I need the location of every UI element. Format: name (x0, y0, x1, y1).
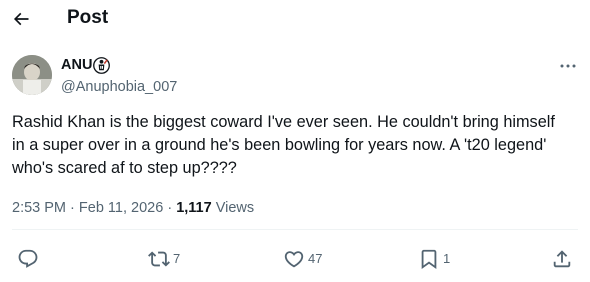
bookmark-button[interactable]: 1 (418, 246, 450, 272)
bookmark-count: 1 (443, 251, 451, 266)
reply-icon (18, 249, 38, 268)
heart-icon (284, 251, 304, 268)
share-button[interactable] (551, 246, 576, 272)
display-name[interactable]: ANU (61, 56, 92, 74)
avatar-image (12, 55, 52, 95)
meta-separator: · (167, 200, 173, 216)
handle[interactable]: @Anuphobia_007 (61, 78, 177, 96)
action-bar: 7 47 1 (0, 246, 590, 272)
tweet-time[interactable]: 2:53 PM (12, 200, 66, 216)
author-info: ANU @Anuphobia_007 (61, 56, 177, 96)
repost-count: 7 (173, 251, 181, 266)
reply-button[interactable] (17, 246, 42, 272)
like-count: 47 (308, 251, 323, 266)
more-options-button[interactable] (556, 58, 580, 74)
post-page: Post ANU @Anuphobia_007 Rashid Khan is t… (0, 0, 590, 282)
repost-icon (148, 251, 170, 267)
name-row: ANU (61, 56, 177, 74)
meta-separator: · (70, 200, 75, 216)
divider (12, 229, 578, 230)
tweet-text: Rashid Khan is the biggest coward I've e… (12, 113, 560, 177)
back-button[interactable] (6, 4, 36, 34)
avatar[interactable] (12, 55, 52, 95)
repost-button[interactable]: 7 (148, 246, 180, 272)
header: Post (0, 0, 590, 38)
tweet-meta: 2:53 PM · Feb 11, 2026 · 1,117 Views (12, 199, 254, 217)
cricket-batsman-emoji-icon (93, 56, 111, 74)
views-count[interactable]: 1,117 (176, 200, 212, 216)
back-arrow-icon (13, 12, 29, 26)
like-button[interactable]: 47 (283, 246, 322, 272)
bookmark-icon (421, 249, 437, 270)
tweet-date[interactable]: Feb 11, 2026 (79, 200, 163, 216)
share-icon (553, 250, 571, 268)
more-icon (560, 64, 576, 68)
views-label: Views (215, 200, 255, 216)
page-title: Post (67, 7, 109, 28)
